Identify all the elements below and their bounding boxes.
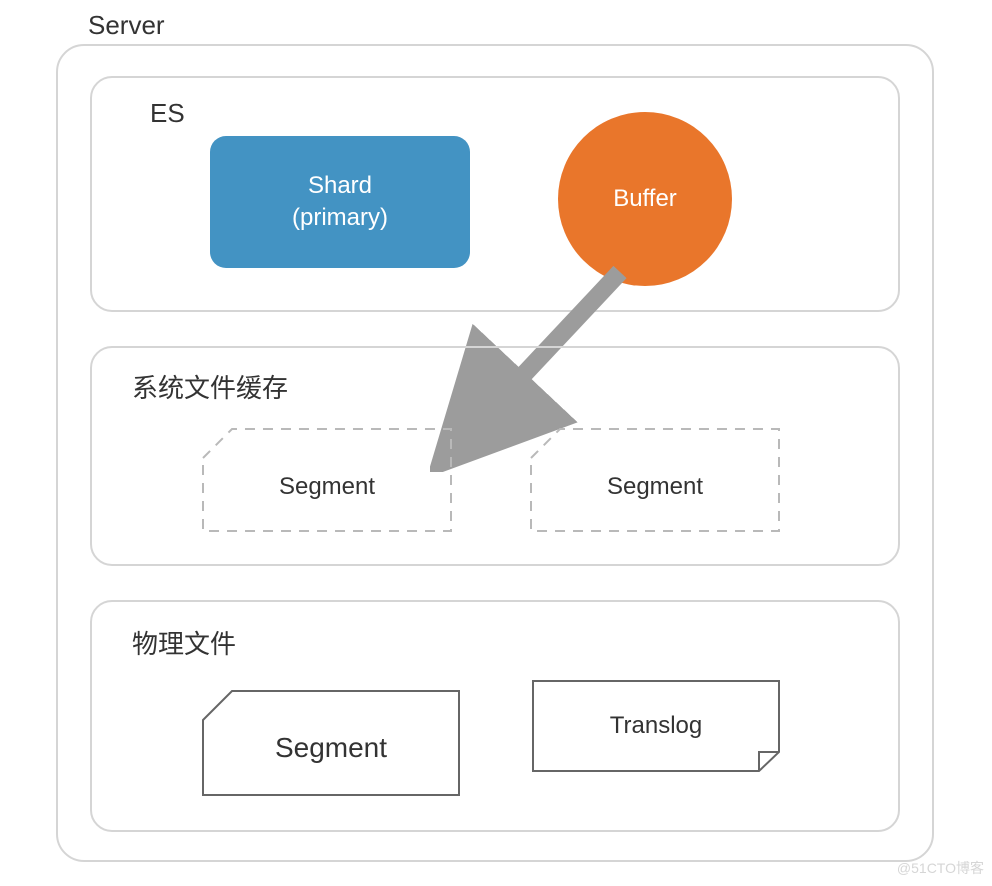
- server-label: Server: [88, 10, 165, 41]
- cache-segment-2-label: Segment: [530, 428, 780, 532]
- shard-line2: (primary): [292, 202, 388, 234]
- server-container: ES Shard (primary) Buffer 系统文件缓存 Segment: [56, 44, 934, 862]
- shard-line1: Shard: [308, 170, 372, 202]
- buffer-label: Buffer: [613, 185, 677, 213]
- es-label: ES: [150, 98, 185, 129]
- disk-translog-label: Translog: [532, 680, 780, 772]
- shard-primary: Shard (primary): [210, 136, 470, 268]
- buffer-node: Buffer: [558, 112, 732, 286]
- disk-container: 物理文件 Segment Translog: [90, 600, 900, 832]
- cache-segment-1: Segment: [202, 428, 452, 532]
- watermark: @51CTO博客: [897, 858, 984, 878]
- file-cache-container: 系统文件缓存 Segment Segment: [90, 346, 900, 566]
- disk-translog: Translog: [532, 680, 780, 772]
- disk-segment: Segment: [202, 690, 460, 796]
- disk-label: 物理文件: [132, 624, 236, 661]
- cache-segment-1-label: Segment: [202, 428, 452, 532]
- cache-segment-2: Segment: [530, 428, 780, 532]
- disk-segment-label: Segment: [202, 690, 460, 796]
- es-container: ES Shard (primary) Buffer: [90, 76, 900, 312]
- file-cache-label: 系统文件缓存: [132, 368, 288, 405]
